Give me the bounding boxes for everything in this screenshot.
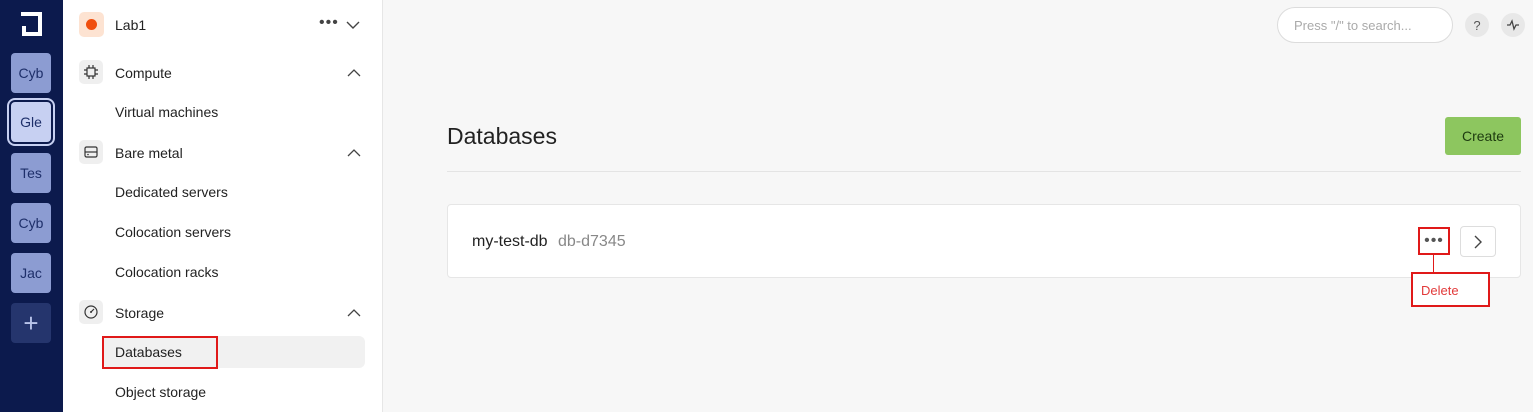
database-row[interactable]: my-test-db db-d7345 <box>447 204 1521 278</box>
delete-menu-item[interactable]: Delete <box>1411 272 1490 307</box>
add-workspace-button[interactable]: + <box>11 303 51 343</box>
chevron-down-icon[interactable] <box>345 17 361 33</box>
section-storage[interactable]: Storage <box>79 300 369 328</box>
section-bare-metal[interactable]: Bare metal <box>79 140 369 168</box>
section-label: Storage <box>115 305 165 321</box>
section-compute[interactable]: Compute <box>79 60 369 88</box>
workspace-rail: Cyb Gle Tes Cyb Jac + <box>0 0 63 412</box>
workspace-gle[interactable]: Gle <box>11 102 51 142</box>
org-switcher[interactable]: Lab1 ••• <box>79 12 369 38</box>
chevron-up-icon[interactable] <box>347 66 361 80</box>
workspace-cyb[interactable]: Cyb <box>11 53 51 93</box>
section-label: Compute <box>115 65 172 81</box>
sidebar-item-dedicated-servers[interactable]: Dedicated servers <box>103 176 365 208</box>
divider <box>447 171 1521 172</box>
sidebar-item-colocation-servers[interactable]: Colocation servers <box>103 216 365 248</box>
sidebar-item-virtual-machines[interactable]: Virtual machines <box>103 96 365 128</box>
highlight-connector <box>1433 255 1434 273</box>
sidebar-item-object-storage[interactable]: Object storage <box>103 376 365 408</box>
activity-icon[interactable] <box>1501 13 1525 37</box>
chevron-up-icon[interactable] <box>347 306 361 320</box>
chevron-right-icon <box>1474 235 1482 248</box>
sidebar-item-colocation-racks[interactable]: Colocation racks <box>103 256 365 288</box>
workspace-cyb-2[interactable]: Cyb <box>11 203 51 243</box>
org-avatar <box>79 12 104 37</box>
cpu-icon <box>79 60 103 84</box>
more-actions-button[interactable]: ••• <box>1418 227 1450 255</box>
create-button[interactable]: Create <box>1445 117 1521 155</box>
org-more-icon[interactable]: ••• <box>319 14 339 32</box>
open-database-button[interactable] <box>1460 226 1496 257</box>
databases-highlight-box <box>102 336 218 369</box>
database-name: my-test-db <box>472 233 548 250</box>
section-label: Bare metal <box>115 145 183 161</box>
help-icon[interactable]: ? <box>1465 13 1489 37</box>
chevron-up-icon[interactable] <box>347 146 361 160</box>
storage-disk-icon <box>79 300 103 324</box>
org-name: Lab1 <box>115 17 147 33</box>
workspace-tes[interactable]: Tes <box>11 153 51 193</box>
search-input[interactable]: Press "/" to search... <box>1277 7 1453 43</box>
page-title: Databases <box>447 123 557 149</box>
workspace-jac[interactable]: Jac <box>11 253 51 293</box>
server-icon <box>79 140 103 164</box>
database-id: db-d7345 <box>558 233 626 250</box>
app-logo-icon[interactable] <box>18 11 44 37</box>
